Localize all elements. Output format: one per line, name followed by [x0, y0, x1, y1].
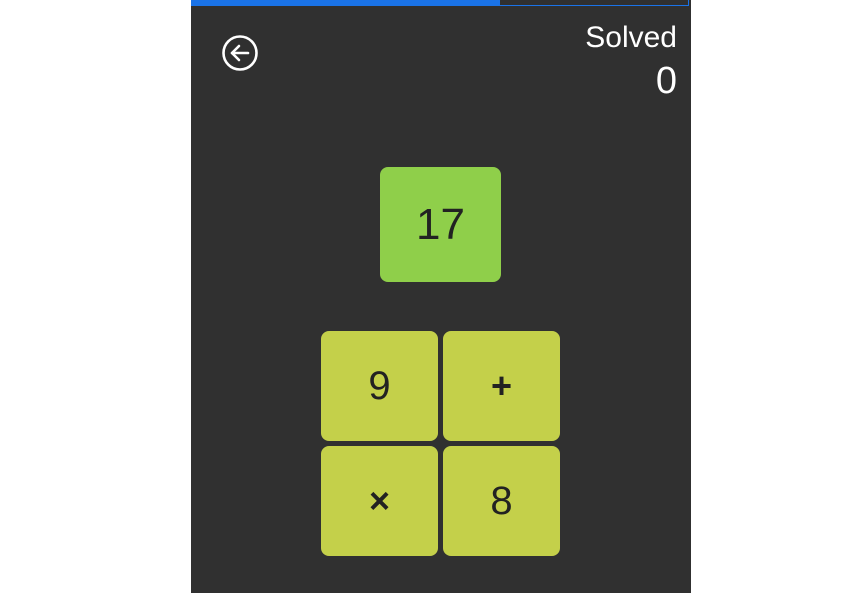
target-number-tile: 17 [380, 167, 501, 282]
solved-label: Solved [585, 21, 677, 54]
game-screen: Solved 0 17 9 + × 8 [191, 0, 691, 593]
tile-number-9[interactable]: 9 [321, 331, 438, 441]
tile-number-8[interactable]: 8 [443, 446, 560, 556]
progress-bar-fill [192, 0, 500, 6]
progress-bar [191, 0, 689, 6]
back-button[interactable] [221, 34, 259, 72]
tile-grid: 9 + × 8 [321, 331, 561, 557]
tile-operator-multiply[interactable]: × [321, 446, 438, 556]
tile-operator-plus[interactable]: + [443, 331, 560, 441]
solved-counter: Solved 0 [585, 20, 677, 106]
solved-count: 0 [655, 60, 677, 102]
arrow-left-circle-icon [222, 35, 258, 71]
